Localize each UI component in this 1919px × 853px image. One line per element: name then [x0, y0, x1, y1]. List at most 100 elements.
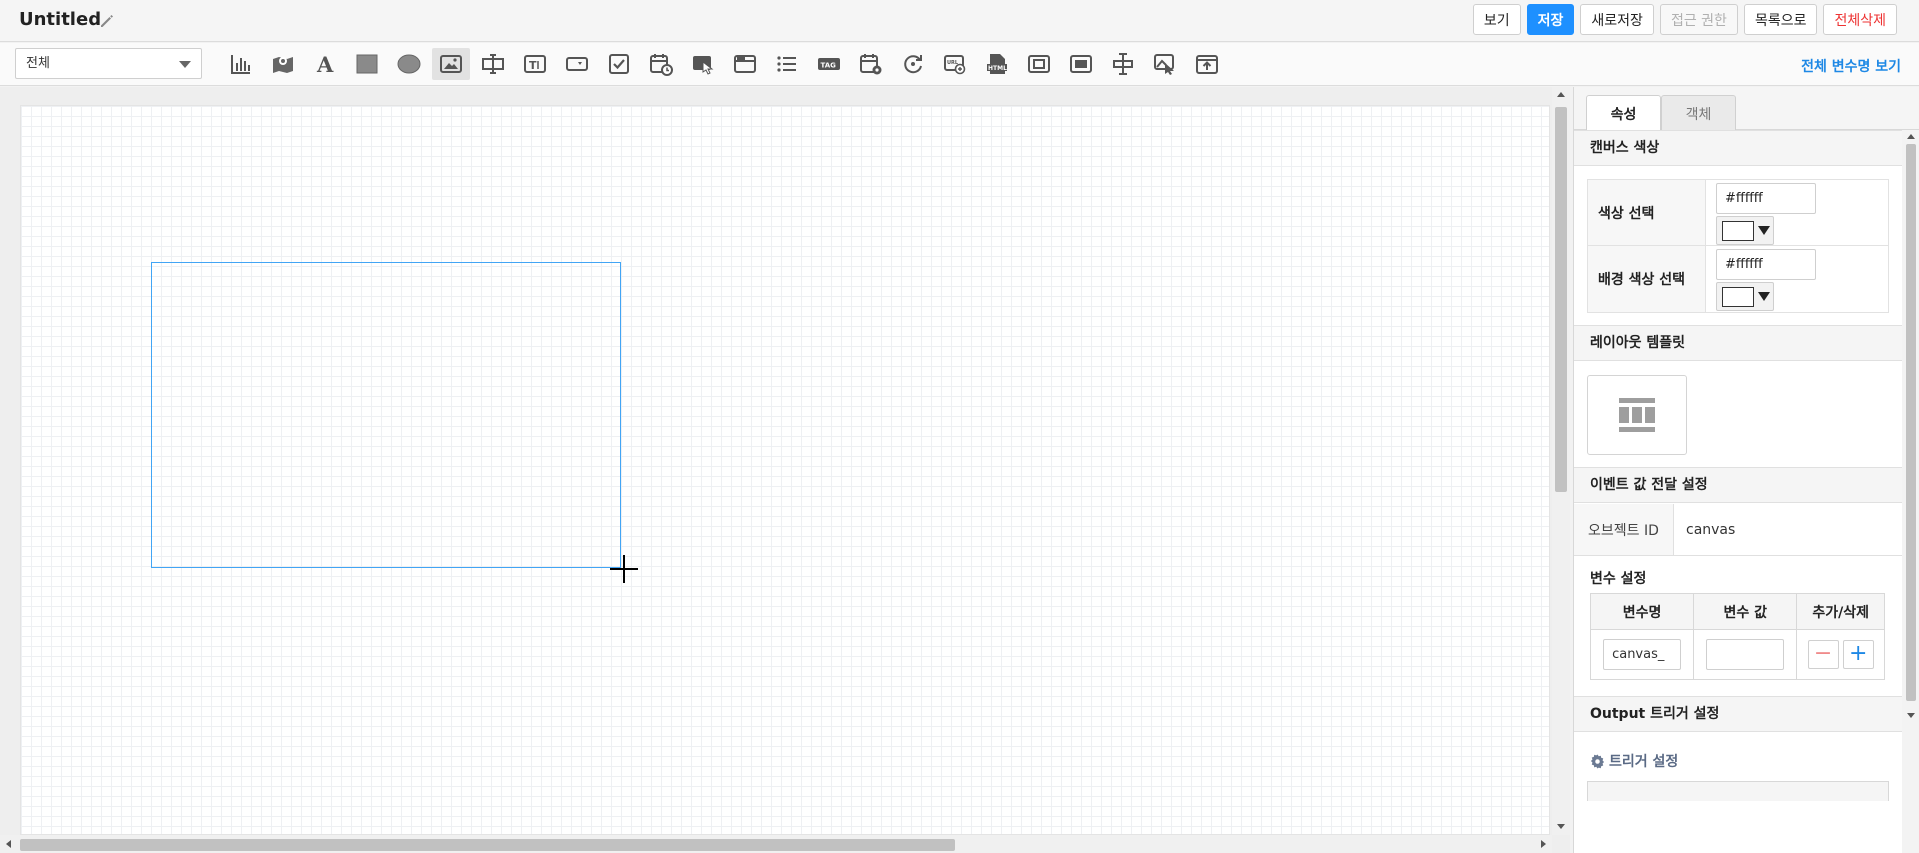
ellipse-tool[interactable]	[390, 48, 428, 80]
document-title[interactable]: Untitled	[19, 9, 101, 30]
variable-value-input[interactable]	[1706, 639, 1785, 670]
properties-panel: 속성 객체 캔버스 색상 색상 선택 배경 색상 선택	[1573, 87, 1919, 853]
scrollbar-thumb[interactable]	[20, 839, 955, 851]
hand-click-tool[interactable]	[684, 48, 722, 80]
layout-template-section-title: 레이아웃 템플릿	[1574, 325, 1902, 361]
variable-name-input[interactable]	[1603, 639, 1682, 670]
trigger-settings-label: 트리거 설정	[1609, 754, 1679, 770]
object-id-row: 오브젝트 ID canvas	[1574, 504, 1902, 556]
html-tool[interactable]: HTML	[978, 48, 1016, 80]
text-input-tool[interactable]	[474, 48, 512, 80]
layout-template-option[interactable]	[1587, 375, 1687, 455]
list-icon	[777, 56, 796, 72]
frame-tool[interactable]	[1020, 48, 1058, 80]
var-actions-header: 추가/삭제	[1796, 593, 1885, 630]
link-tool[interactable]: URL	[936, 48, 974, 80]
scroll-up-arrow-icon[interactable]	[1907, 134, 1915, 139]
trigger-table-header	[1587, 781, 1889, 801]
text-input-icon	[482, 54, 504, 74]
scroll-up-arrow-icon[interactable]	[1557, 92, 1565, 97]
access-permission-button[interactable]: 접근 권한	[1659, 4, 1738, 35]
canvas-color-table: 색상 선택 배경 색상 선택	[1587, 179, 1889, 313]
link-icon: URL	[944, 55, 966, 75]
color-row: 색상 선택	[1588, 180, 1888, 246]
scroll-left-arrow-icon[interactable]	[6, 840, 11, 848]
chevron-down-icon	[179, 61, 191, 68]
date-icon	[650, 54, 673, 76]
design-canvas[interactable]	[20, 105, 1550, 835]
hand-click-icon	[693, 56, 714, 75]
bg-color-picker-button[interactable]	[1716, 282, 1774, 311]
rectangle-tool[interactable]	[348, 48, 386, 80]
image-tool[interactable]	[432, 48, 470, 80]
scroll-right-arrow-icon[interactable]	[1541, 840, 1546, 848]
upload-tool[interactable]	[1188, 48, 1226, 80]
view-button[interactable]: 보기	[1472, 4, 1521, 35]
drawing-selection-box[interactable]	[151, 262, 621, 568]
tag-icon: TAG	[818, 58, 840, 70]
scroll-down-arrow-icon[interactable]	[1907, 713, 1915, 718]
canvas-vertical-scrollbar[interactable]	[1552, 87, 1570, 835]
scrollbar-thumb[interactable]	[1906, 144, 1916, 701]
svg-text:T: T	[529, 59, 537, 72]
list-tool[interactable]	[768, 48, 806, 80]
calendar-settings-tool[interactable]	[852, 48, 890, 80]
pencil-icon[interactable]	[99, 13, 115, 29]
event-section-title: 이벤트 값 전달 설정	[1574, 467, 1902, 503]
window-tool[interactable]	[726, 48, 764, 80]
bg-color-swatch	[1722, 286, 1754, 307]
tag-tool[interactable]: TAG	[810, 48, 848, 80]
checkbox-icon	[609, 54, 629, 74]
checkbox-tool[interactable]	[600, 48, 638, 80]
textbox-tool[interactable]: T	[516, 48, 554, 80]
add-variable-button[interactable]: +	[1842, 640, 1874, 669]
output-trigger-section-title: Output 트리거 설정	[1574, 696, 1902, 732]
canvas-workspace	[0, 87, 1570, 853]
textbox-icon: T	[524, 55, 546, 73]
back-to-list-button[interactable]: 목록으로	[1743, 4, 1818, 35]
panel-tool[interactable]	[1062, 48, 1100, 80]
bar-chart-icon	[231, 55, 250, 74]
image-icon	[440, 55, 462, 73]
bar-chart-tool[interactable]	[222, 48, 260, 80]
layout-template-icon	[1619, 398, 1655, 432]
refresh-tool[interactable]	[894, 48, 932, 80]
component-filter-select[interactable]: 전체	[15, 48, 202, 79]
cursor-text-tool[interactable]	[1104, 48, 1142, 80]
tab-objects[interactable]: 객체	[1661, 95, 1736, 131]
remove-variable-button[interactable]: −	[1807, 640, 1839, 669]
scrollbar-thumb[interactable]	[1555, 107, 1567, 492]
var-value-header: 변수 값	[1693, 593, 1798, 630]
tab-properties[interactable]: 속성	[1586, 95, 1661, 131]
calendar-settings-icon	[860, 54, 882, 75]
frame-icon	[1028, 55, 1050, 73]
refresh-icon	[904, 55, 922, 74]
variables-section-title: 변수 설정	[1590, 571, 1647, 587]
color-picker-button[interactable]	[1716, 216, 1774, 245]
object-id-value: canvas	[1686, 521, 1736, 538]
panel-vertical-scrollbar[interactable]	[1902, 130, 1919, 853]
color-swatch	[1722, 220, 1754, 241]
save-button[interactable]: 저장	[1526, 4, 1575, 35]
component-toolbar: 전체 A T TAG URL HTML 전체 변수명 보기	[0, 43, 1919, 86]
image-click-tool[interactable]	[1146, 48, 1184, 80]
map-tool[interactable]	[264, 48, 302, 80]
date-tool[interactable]	[642, 48, 680, 80]
delete-all-button[interactable]: 전체삭제	[1823, 4, 1897, 35]
header-actions: 보기 저장 새로저장 접근 권한 목록으로 전체삭제	[1472, 4, 1897, 35]
scroll-down-arrow-icon[interactable]	[1557, 824, 1565, 829]
panel-tabs: 속성 객체	[1574, 87, 1919, 131]
view-all-variables-link[interactable]: 전체 변수명 보기	[1801, 56, 1901, 76]
text-tool[interactable]: A	[306, 48, 344, 80]
window-icon	[734, 55, 756, 73]
svg-text:HTML: HTML	[988, 65, 1007, 72]
map-icon	[273, 57, 293, 73]
dropdown-tool[interactable]	[558, 48, 596, 80]
var-name-header: 변수명	[1589, 593, 1695, 630]
save-as-button[interactable]: 새로저장	[1580, 4, 1654, 35]
canvas-horizontal-scrollbar[interactable]	[0, 835, 1552, 853]
object-id-label: 오브젝트 ID	[1574, 504, 1674, 555]
bg-color-hex-input[interactable]	[1716, 249, 1816, 280]
trigger-settings-link[interactable]: 트리거 설정	[1590, 751, 1678, 771]
color-hex-input[interactable]	[1716, 183, 1816, 214]
